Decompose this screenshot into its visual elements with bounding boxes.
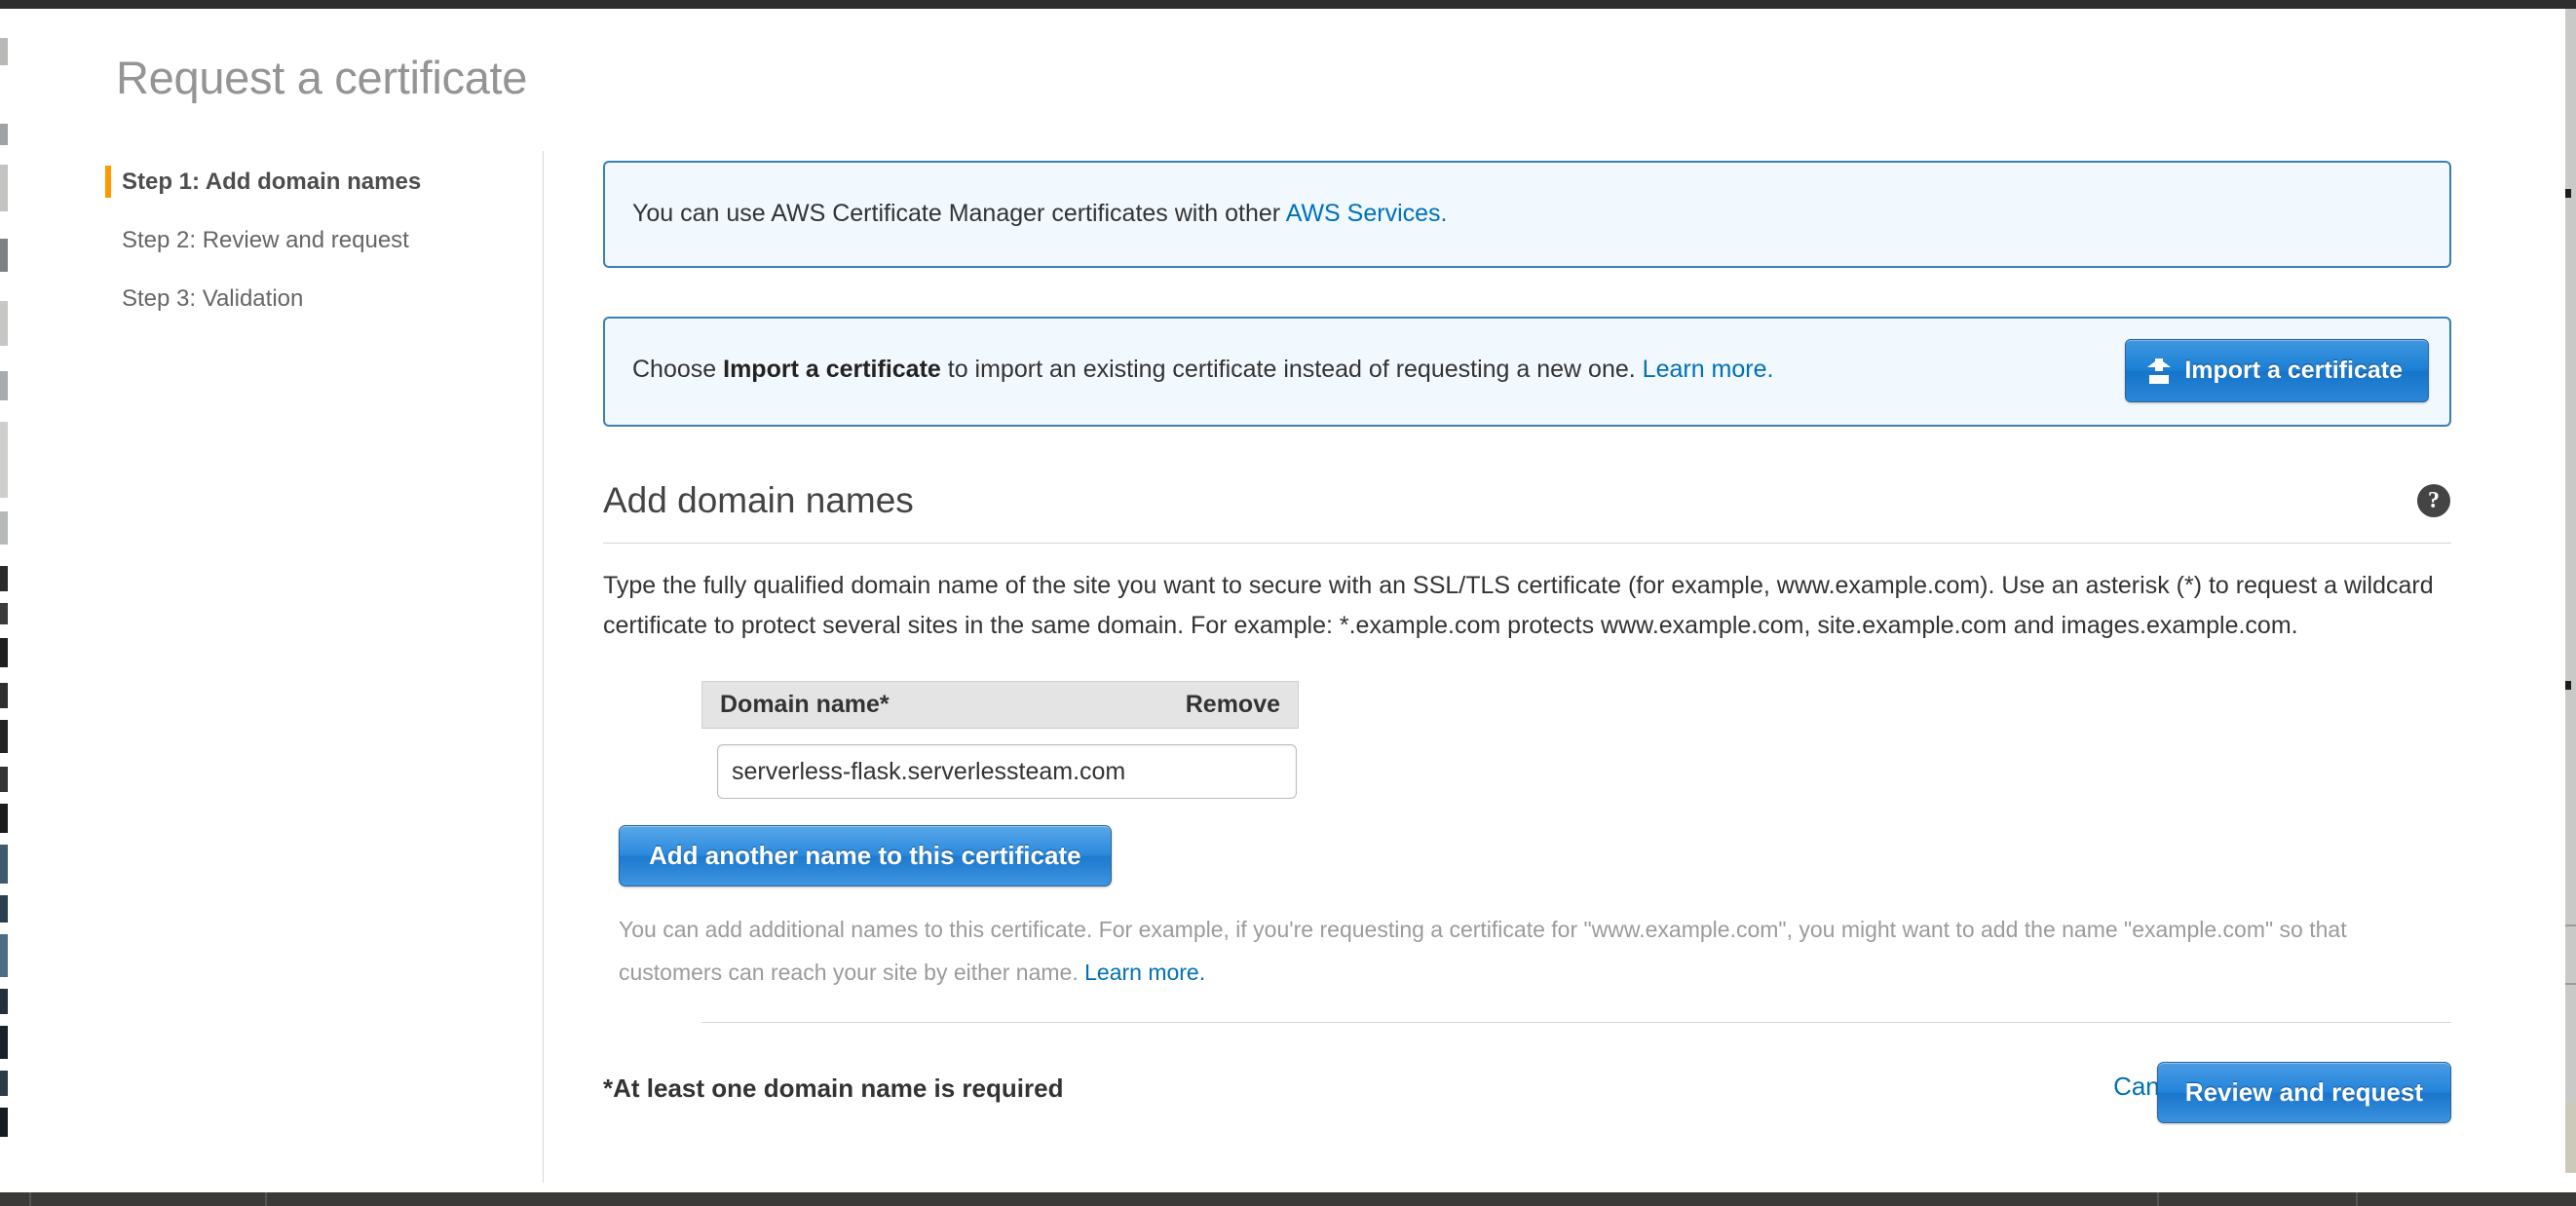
wizard-steps-sidebar: Step 1: Add domain names Step 2: Review … [105, 165, 524, 340]
background-window-right-edge [2565, 9, 2576, 1173]
import-certificate-button-label: Import a certificate [2184, 357, 2403, 385]
add-another-name-button[interactable]: Add another name to this certificate [619, 825, 1112, 886]
section-description: Type the fully qualified domain name of … [603, 566, 2451, 646]
aws-services-link[interactable]: AWS Services. [1286, 200, 1448, 227]
aws-services-info-text-prefix: You can use AWS Certificate Manager cert… [632, 200, 1286, 227]
add-domain-names-header: Add domain names ? [603, 480, 2451, 531]
import-certificate-banner: Choose Import a certificate to import an… [603, 317, 2451, 427]
background-window-left-edge [0, 9, 8, 1192]
footer-divider [701, 1022, 2451, 1023]
required-note: *At least one domain name is required [603, 1074, 1063, 1104]
import-text-prefix: Choose [632, 356, 723, 383]
sidebar-item-label: Step 2: Review and request [122, 227, 409, 253]
import-certificate-button[interactable]: Import a certificate [2125, 339, 2429, 402]
import-certificate-text: Choose Import a certificate to import an… [632, 356, 1773, 384]
help-icon[interactable]: ? [2417, 484, 2450, 517]
column-header-domain-name: Domain name* [720, 691, 890, 719]
desktop-bottom-bar [0, 1192, 2576, 1206]
upload-icon [2147, 358, 2171, 384]
page-title: Request a certificate [116, 51, 527, 104]
import-text-bold: Import a certificate [723, 356, 941, 383]
domain-name-input[interactable] [717, 744, 1297, 799]
sidebar-item-label: Step 3: Validation [122, 285, 303, 312]
sidebar-item-step-2[interactable]: Step 2: Review and request [105, 223, 524, 257]
add-name-hint-text: You can add additional names to this cer… [619, 908, 2353, 994]
section-title: Add domain names [603, 480, 2451, 521]
add-name-hint-prefix: You can add additional names to this cer… [619, 917, 2347, 985]
column-header-remove: Remove [1186, 691, 1280, 719]
main-content: You can use AWS Certificate Manager cert… [603, 161, 2451, 1132]
aws-services-info-text: You can use AWS Certificate Manager cert… [632, 200, 1447, 228]
request-certificate-page: Request a certificate Step 1: Add domain… [8, 9, 2565, 1192]
review-and-request-button[interactable]: Review and request [2157, 1062, 2451, 1123]
table-row [701, 744, 1299, 799]
form-footer: *At least one domain name is required Ca… [603, 1062, 2451, 1132]
domain-names-table: Domain name* Remove [701, 681, 1299, 799]
sidebar-content-divider [543, 151, 544, 1183]
sidebar-item-step-1[interactable]: Step 1: Add domain names [105, 165, 524, 199]
table-header-row: Domain name* Remove [701, 681, 1299, 729]
import-learn-more-link[interactable]: Learn more. [1643, 356, 1774, 383]
section-divider [603, 543, 2451, 544]
sidebar-item-step-3[interactable]: Step 3: Validation [105, 282, 524, 316]
aws-services-info-banner: You can use AWS Certificate Manager cert… [603, 161, 2451, 268]
add-name-learn-more-link[interactable]: Learn more. [1084, 960, 1205, 985]
import-text-suffix: to import an existing certificate instea… [941, 356, 1643, 383]
desktop-top-bar [0, 0, 2576, 9]
sidebar-item-label: Step 1: Add domain names [122, 169, 421, 195]
